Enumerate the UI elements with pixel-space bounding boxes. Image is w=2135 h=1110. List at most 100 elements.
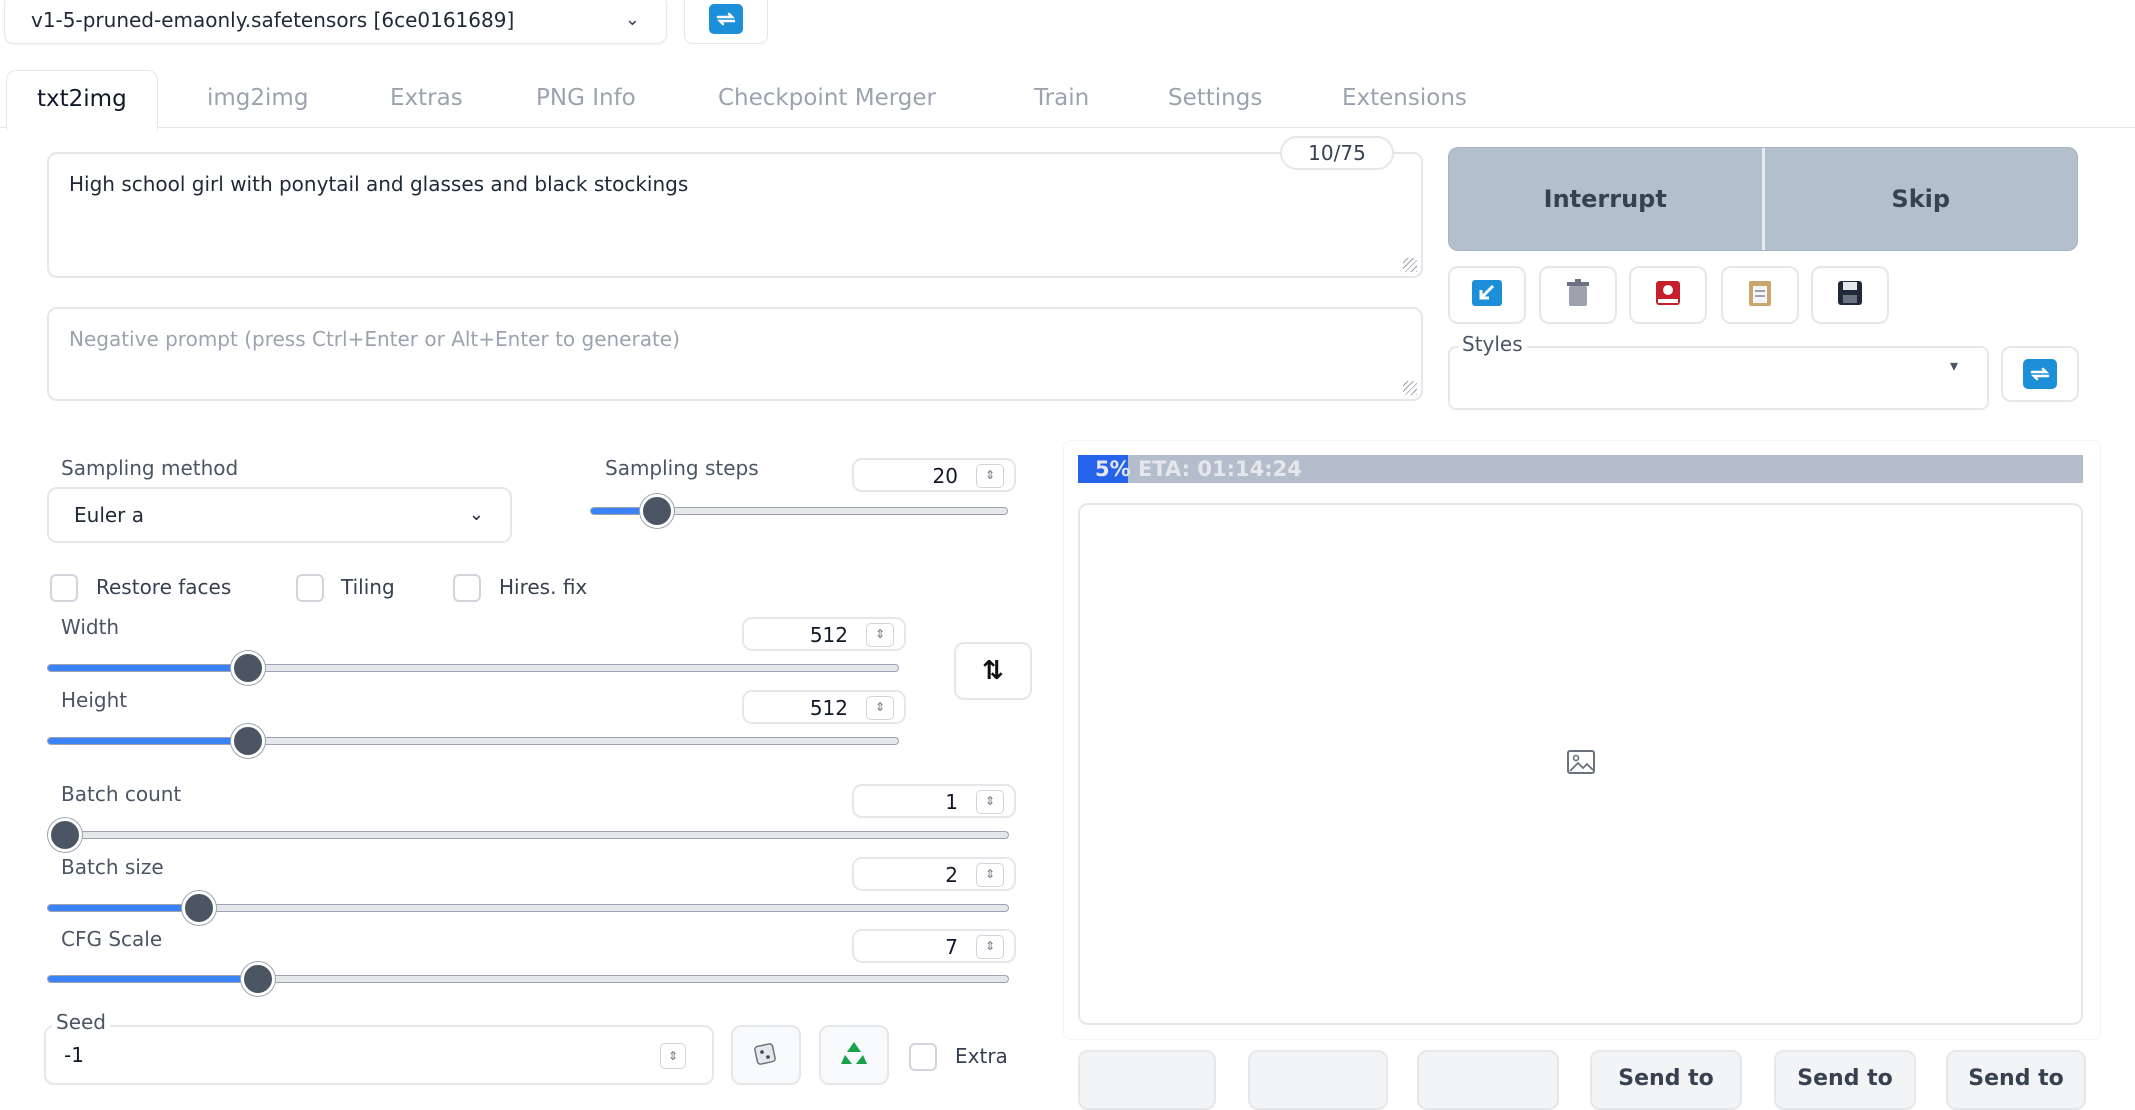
sampling-method-label: Sampling method <box>61 456 239 480</box>
token-counter: 10/75 <box>1280 136 1394 170</box>
hires-fix-checkbox[interactable] <box>453 574 481 602</box>
width-input[interactable]: 512 ⇕ <box>742 617 906 651</box>
width-label: Width <box>61 615 120 639</box>
cfg-scale-label: CFG Scale <box>61 927 163 951</box>
spinner-icon[interactable]: ⇕ <box>976 863 1004 887</box>
cfg-scale-slider[interactable] <box>47 975 1009 983</box>
apply-style-button[interactable] <box>1721 266 1799 324</box>
tab-img2img[interactable]: img2img <box>207 70 308 128</box>
resize-handle-icon[interactable] <box>1403 381 1417 395</box>
batch-size-thumb[interactable] <box>182 891 216 925</box>
tab-txt2img[interactable]: txt2img <box>6 70 158 131</box>
styles-dropdown[interactable] <box>1448 346 1989 410</box>
save-style-button[interactable] <box>1811 266 1889 324</box>
spinner-icon[interactable]: ⇕ <box>866 696 894 720</box>
resize-handle-icon[interactable] <box>1403 258 1417 272</box>
trash-icon <box>1564 278 1592 312</box>
cfg-scale-value: 7 <box>945 935 958 959</box>
height-label: Height <box>61 688 128 712</box>
send-to-img2img-button[interactable]: Send to <box>1590 1050 1742 1110</box>
tab-extras[interactable]: Extras <box>390 70 463 128</box>
tab-train[interactable]: Train <box>1034 70 1089 128</box>
spinner-icon[interactable]: ⇕ <box>976 935 1004 959</box>
open-folder-button[interactable] <box>1078 1050 1216 1110</box>
checkpoint-refresh-button[interactable] <box>684 0 768 44</box>
seed-label: Seed <box>52 1010 110 1034</box>
batch-size-value: 2 <box>945 863 958 887</box>
tab-png-info[interactable]: PNG Info <box>536 70 636 128</box>
zip-button[interactable] <box>1417 1050 1559 1110</box>
width-thumb[interactable] <box>231 651 265 685</box>
extra-seed-checkbox[interactable] <box>909 1043 937 1071</box>
progress-bar: 5% ETA: 01:14:24 <box>1078 455 2083 483</box>
send-to-inpaint-button[interactable]: Send to <box>1774 1050 1916 1110</box>
sampling-steps-thumb[interactable] <box>640 494 674 528</box>
generate-panel: Interrupt Skip <box>1448 147 2078 251</box>
restore-faces-checkbox[interactable] <box>50 574 78 602</box>
batch-count-label: Batch count <box>61 782 182 806</box>
tab-checkpoint-merger[interactable]: Checkpoint Merger <box>718 70 936 128</box>
batch-count-value: 1 <box>945 790 958 814</box>
chevron-down-icon: ⌄ <box>468 504 484 525</box>
sampling-method-dropdown[interactable]: Euler a ⌄ <box>47 487 512 543</box>
cfg-scale-input[interactable]: 7 ⇕ <box>852 929 1016 963</box>
seed-value: -1 <box>64 1043 84 1067</box>
batch-count-input[interactable]: 1 ⇕ <box>852 784 1016 818</box>
refresh-icon <box>2023 359 2057 389</box>
spinner-icon[interactable]: ⇕ <box>976 464 1004 488</box>
tab-extensions[interactable]: Extensions <box>1342 70 1467 128</box>
prompt-input[interactable]: High school girl with ponytail and glass… <box>47 152 1423 278</box>
extra-networks-button[interactable] <box>1629 266 1707 324</box>
sampling-steps-input[interactable]: 20 ⇕ <box>852 458 1016 492</box>
height-slider[interactable] <box>47 737 899 745</box>
height-value: 512 <box>809 696 848 720</box>
chevron-down-icon: ⌄ <box>624 9 640 30</box>
spinner-icon[interactable]: ⇕ <box>976 790 1004 814</box>
styles-refresh-button[interactable] <box>2001 346 2079 402</box>
caret-down-icon: ▾ <box>1950 356 1959 375</box>
random-seed-button[interactable] <box>731 1025 801 1085</box>
tiling-label: Tiling <box>341 575 395 599</box>
interrupt-button[interactable]: Interrupt <box>1449 148 1762 250</box>
send-to-extras-button[interactable]: Send to <box>1946 1050 2086 1110</box>
cfg-scale-thumb[interactable] <box>241 962 275 996</box>
clipboard-icon <box>1746 278 1774 312</box>
swap-arrows-icon: ⇅ <box>982 656 1004 686</box>
styles-label: Styles <box>1458 332 1527 356</box>
seed-input[interactable] <box>44 1025 714 1085</box>
refresh-icon <box>709 4 743 34</box>
negative-prompt-placeholder: Negative prompt (press Ctrl+Enter or Alt… <box>69 327 680 351</box>
dice-icon <box>752 1039 780 1071</box>
hires-fix-label: Hires. fix <box>499 575 588 599</box>
batch-count-thumb[interactable] <box>48 818 82 852</box>
tiling-checkbox[interactable] <box>296 574 324 602</box>
prompt-text: High school girl with ponytail and glass… <box>69 172 689 196</box>
extra-seed-label: Extra <box>955 1044 1008 1068</box>
reuse-seed-button[interactable] <box>819 1025 889 1085</box>
arrow-down-left-icon <box>1471 279 1503 311</box>
save-icon <box>1835 278 1865 312</box>
batch-size-input[interactable]: 2 ⇕ <box>852 857 1016 891</box>
skip-button[interactable]: Skip <box>1765 148 2078 250</box>
clear-prompt-button[interactable] <box>1539 266 1617 324</box>
red-card-icon <box>1653 278 1683 312</box>
tab-settings[interactable]: Settings <box>1168 70 1262 128</box>
output-gallery[interactable] <box>1078 503 2083 1025</box>
sampling-steps-label: Sampling steps <box>605 456 759 480</box>
restore-faces-label: Restore faces <box>96 575 232 599</box>
height-thumb[interactable] <box>231 724 265 758</box>
width-value: 512 <box>809 623 848 647</box>
height-input[interactable]: 512 ⇕ <box>742 690 906 724</box>
checkpoint-dropdown[interactable]: v1-5-pruned-emaonly.safetensors [6ce0161… <box>4 0 667 44</box>
negative-prompt-input[interactable]: Negative prompt (press Ctrl+Enter or Alt… <box>47 307 1423 401</box>
batch-count-slider[interactable] <box>47 831 1009 839</box>
spinner-icon[interactable]: ⇕ <box>660 1043 686 1069</box>
recycle-icon <box>839 1038 869 1072</box>
read-params-button[interactable] <box>1448 266 1526 324</box>
progress-text: 5% ETA: 01:14:24 <box>1095 457 1302 481</box>
save-button[interactable] <box>1248 1050 1388 1110</box>
sampling-steps-value: 20 <box>932 464 958 488</box>
swap-dimensions-button[interactable]: ⇅ <box>954 642 1032 700</box>
width-slider[interactable] <box>47 664 899 672</box>
spinner-icon[interactable]: ⇕ <box>866 623 894 647</box>
